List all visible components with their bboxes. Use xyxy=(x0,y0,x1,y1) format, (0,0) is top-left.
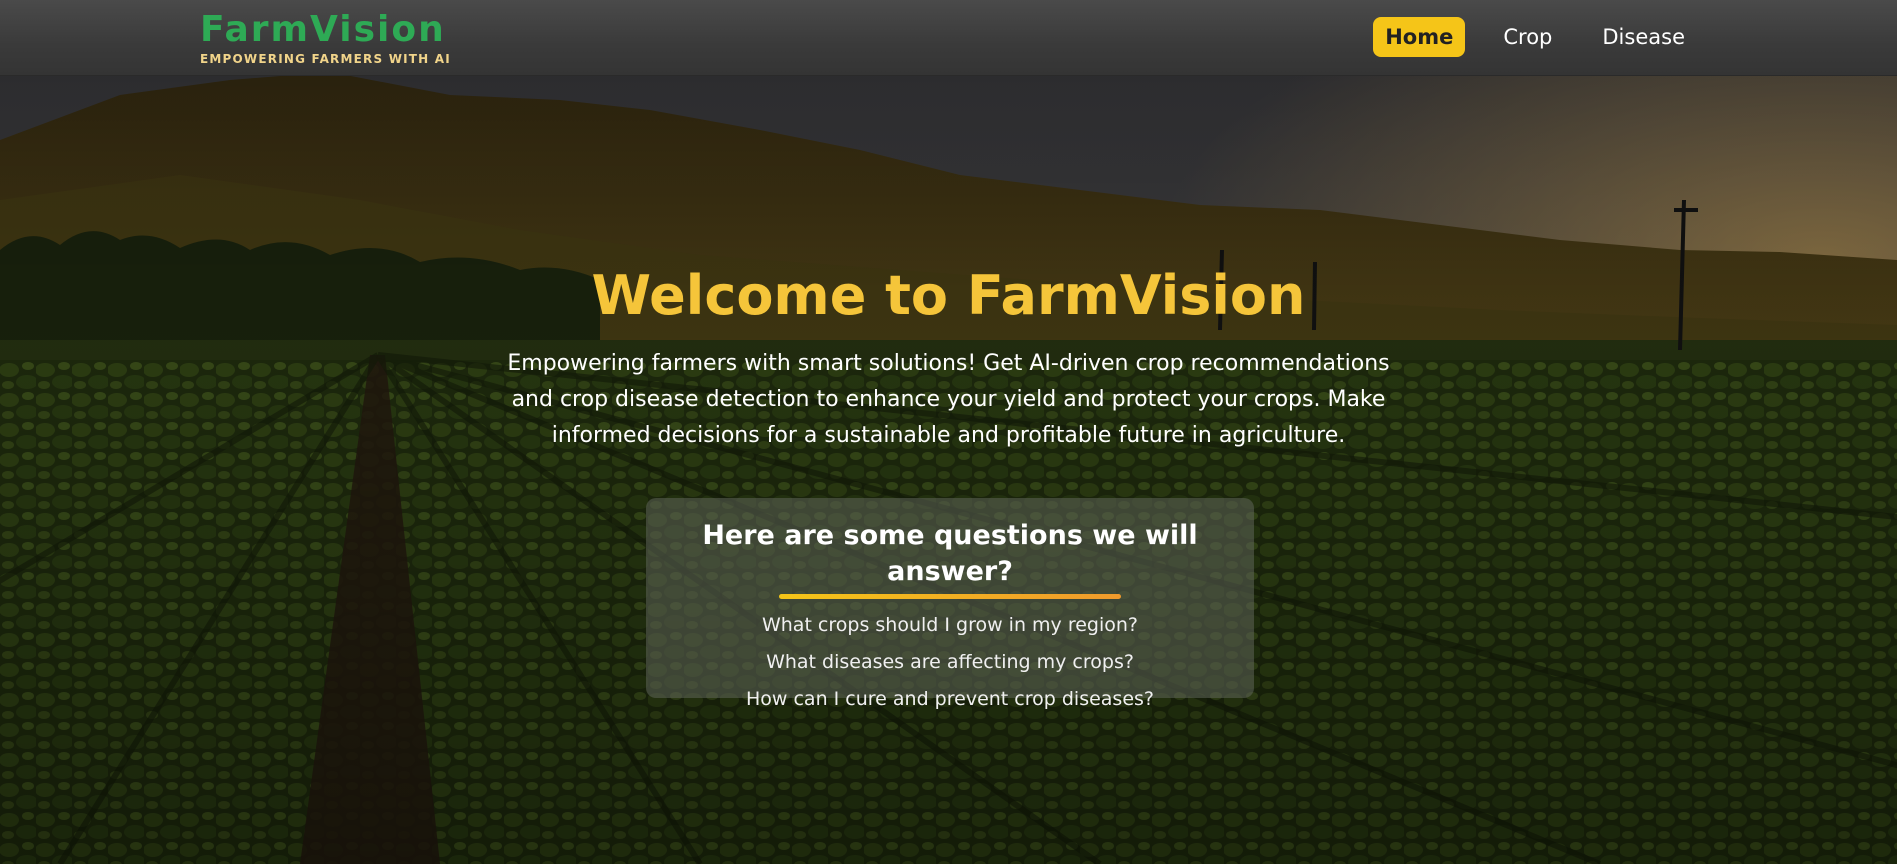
nav-link-home[interactable]: Home xyxy=(1373,17,1466,57)
question-item: What diseases are affecting my crops? xyxy=(766,651,1134,673)
nav-link-crop[interactable]: Crop xyxy=(1491,17,1564,57)
hero-description: Empowering farmers with smart solutions!… xyxy=(507,351,1390,448)
questions-list: What crops should I grow in my region? W… xyxy=(646,607,1254,718)
questions-card: Here are some questions we will answer? … xyxy=(646,498,1254,710)
page: FarmVision EMPOWERING FARMERS WITH AI Ho… xyxy=(0,0,1897,864)
main-nav: Home Crop Disease xyxy=(1347,17,1697,57)
navbar: FarmVision EMPOWERING FARMERS WITH AI Ho… xyxy=(0,0,1897,76)
questions-title-underline xyxy=(779,594,1121,599)
question-item: What crops should I grow in my region? xyxy=(761,614,1139,636)
hero-title: Welcome to FarmVision xyxy=(591,264,1306,327)
hero-section: Welcome to FarmVision Empowering farmers… xyxy=(0,260,1897,454)
nav-link-disease[interactable]: Disease xyxy=(1590,17,1697,57)
questions-title: Here are some questions we will answer? xyxy=(702,520,1198,587)
brand-name: FarmVision xyxy=(200,9,446,50)
brand-tagline: EMPOWERING FARMERS WITH AI xyxy=(200,52,451,66)
question-item: How can I cure and prevent crop diseases… xyxy=(745,688,1155,710)
brand-logo[interactable]: FarmVision EMPOWERING FARMERS WITH AI xyxy=(200,9,451,67)
